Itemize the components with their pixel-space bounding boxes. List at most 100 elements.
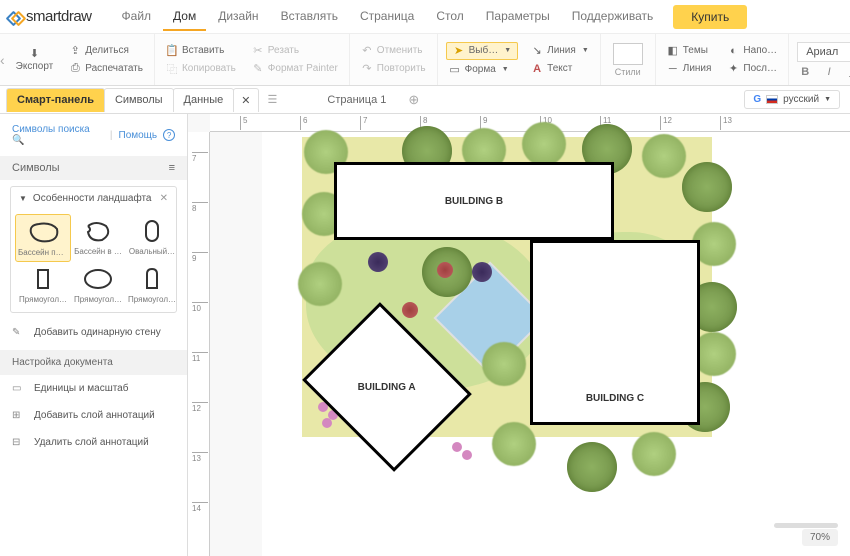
redo-icon: ↷ — [361, 63, 373, 75]
export-label: Экспорт — [16, 61, 54, 72]
tree-shape[interactable] — [522, 122, 566, 166]
menu-options[interactable]: Параметры — [476, 3, 560, 31]
close-icon[interactable]: ✕ — [160, 193, 168, 204]
select-label: Выб… — [469, 45, 499, 56]
units-scale-action[interactable]: ▭ Единицы и масштаб — [0, 375, 187, 402]
add-page-button[interactable]: ⊕ — [408, 92, 419, 108]
ribbon-group-font: Ариал 10 ▼ B I U x₂ x² A Ω — [789, 34, 850, 85]
tree-shape[interactable] — [482, 342, 526, 386]
scroll-indicator[interactable] — [774, 523, 838, 528]
ruler-tick: 13 — [192, 452, 208, 463]
sidebar: Символы поиска 🔍 | Помощь ? Символы ≡ ▼ … — [0, 114, 188, 556]
menu-icon[interactable]: ≡ — [169, 162, 175, 174]
symbol-rect-2[interactable]: Прямоугол… — [71, 262, 125, 308]
effects-button[interactable]: ✦Посл… — [724, 61, 780, 77]
symbol-pool-irregular[interactable]: Бассейн пр… — [15, 214, 71, 262]
logo-text: smartdraw — [26, 8, 92, 25]
themes-button[interactable]: ◧Темы — [664, 43, 715, 59]
symbol-pool-kidney[interactable]: Бассейн в … — [71, 214, 125, 262]
tree-shape[interactable] — [642, 134, 686, 178]
style-swatch[interactable] — [613, 43, 643, 65]
symbol-group-header[interactable]: ▼ Особенности ландшафта ✕ — [11, 187, 176, 210]
tab-data[interactable]: Данные — [173, 88, 235, 112]
symbol-label: Бассейн пр… — [18, 248, 68, 257]
cut-button[interactable]: ✂Резать — [249, 43, 341, 59]
shrub-shape[interactable] — [437, 262, 453, 278]
add-wall-label: Добавить одинарную стену — [34, 327, 161, 338]
format-painter-label: Формат Painter — [268, 63, 338, 74]
building-b-label: BUILDING B — [445, 196, 503, 207]
undo-icon: ↶ — [361, 45, 373, 57]
menu-file[interactable]: Файл — [112, 3, 162, 31]
shrub-shape[interactable] — [368, 252, 388, 272]
language-selector[interactable]: G русский ▼ — [744, 90, 840, 109]
canvas[interactable]: 5 6 7 8 9 10 11 12 13 7 8 9 10 11 12 13 … — [188, 114, 850, 556]
shape-tool[interactable]: ▭Форма▼ — [446, 62, 519, 78]
paste-button[interactable]: 📋Вставить — [163, 43, 239, 59]
menu-insert[interactable]: Вставлять — [271, 3, 348, 31]
line-tool[interactable]: ↘Линия▼ — [528, 43, 592, 59]
building-c[interactable]: BUILDING C — [530, 240, 700, 425]
doc-tab-1[interactable]: Страница 1 — [317, 90, 396, 110]
ruler-vertical: 7 8 9 10 11 12 13 14 — [188, 132, 210, 556]
undo-button[interactable]: ↶Отменить — [358, 43, 429, 59]
search-symbols-link[interactable]: Символы поиска 🔍 — [12, 124, 104, 146]
flower-shape[interactable] — [452, 442, 462, 452]
export-button[interactable]: ⬇ Экспорт — [13, 46, 57, 74]
brush-icon: ✎ — [252, 63, 264, 75]
menu-home[interactable]: Дом — [163, 3, 206, 31]
zoom-level[interactable]: 70% — [802, 529, 838, 546]
shrub-shape[interactable] — [472, 262, 492, 282]
flower-shape[interactable] — [462, 450, 472, 460]
menu-design[interactable]: Дизайн — [208, 3, 268, 31]
tree-shape[interactable] — [632, 432, 676, 476]
buy-button[interactable]: Купить — [673, 5, 747, 29]
bold-button[interactable]: B — [797, 66, 813, 78]
menu-support[interactable]: Поддерживать — [562, 3, 664, 31]
tab-symbols[interactable]: Символы — [104, 88, 174, 112]
tree-shape[interactable] — [298, 262, 342, 306]
symbol-oval[interactable]: Овальный… — [125, 214, 179, 262]
symbols-header-label: Символы — [12, 162, 60, 174]
ruler-tick: 12 — [660, 116, 672, 130]
effects-label: Посл… — [743, 63, 777, 74]
main-area: Символы поиска 🔍 | Помощь ? Символы ≡ ▼ … — [0, 114, 850, 556]
building-a-label: BUILDING A — [358, 382, 416, 393]
font-family-select[interactable]: Ариал — [797, 42, 850, 62]
styles-label: Стили — [613, 67, 643, 77]
page-list-toggle[interactable]: ☰ — [258, 93, 288, 106]
share-button[interactable]: ⇪Делиться — [66, 43, 146, 59]
fill-button[interactable]: ◐Напо… — [724, 43, 780, 59]
add-wall-action[interactable]: ✎ Добавить одинарную стену — [0, 319, 187, 346]
building-b[interactable]: BUILDING B — [334, 162, 614, 240]
copy-button[interactable]: ⿻Копировать — [163, 61, 239, 77]
remove-annotation-layer[interactable]: ⊟ Удалить слой аннотаций — [0, 429, 187, 456]
symbol-rect-1[interactable]: Прямоугол… — [15, 262, 71, 308]
redo-button[interactable]: ↷Повторить — [358, 61, 429, 77]
drawing-page[interactable]: BUILDING B BUILDING C BUILDING A — [262, 132, 850, 556]
help-link[interactable]: Помощь — [119, 130, 158, 141]
symbol-label: Прямоугол… — [127, 295, 177, 304]
ruler-tick: 13 — [720, 116, 732, 130]
menu-table[interactable]: Стол — [426, 3, 473, 31]
shrub-shape[interactable] — [402, 302, 418, 318]
flower-shape[interactable] — [322, 418, 332, 428]
format-painter-button[interactable]: ✎ Формат Painter — [249, 61, 341, 77]
tree-shape[interactable] — [567, 442, 617, 492]
text-tool[interactable]: AТекст — [528, 61, 592, 77]
ribbon-group-styles: Стили — [601, 34, 656, 85]
print-button[interactable]: ⎙Распечатать — [66, 61, 146, 77]
menu-page[interactable]: Страница — [350, 3, 424, 31]
symbol-rect-3[interactable]: Прямоугол… — [125, 262, 179, 308]
italic-button[interactable]: I — [821, 66, 837, 78]
tab-smart-panel[interactable]: Смарт-панель — [6, 88, 105, 112]
add-annotation-layer[interactable]: ⊞ Добавить слой аннотаций — [0, 402, 187, 429]
cut-label: Резать — [268, 45, 299, 56]
select-tool[interactable]: ➤Выб…▼ — [446, 42, 519, 60]
line-format-button[interactable]: ─Линия — [664, 61, 715, 77]
tree-shape[interactable] — [492, 422, 536, 466]
help-icon[interactable]: ? — [163, 129, 175, 141]
tree-shape[interactable] — [682, 162, 732, 212]
tab-close[interactable]: ✕ — [233, 88, 258, 112]
underline-button[interactable]: U — [845, 66, 850, 78]
